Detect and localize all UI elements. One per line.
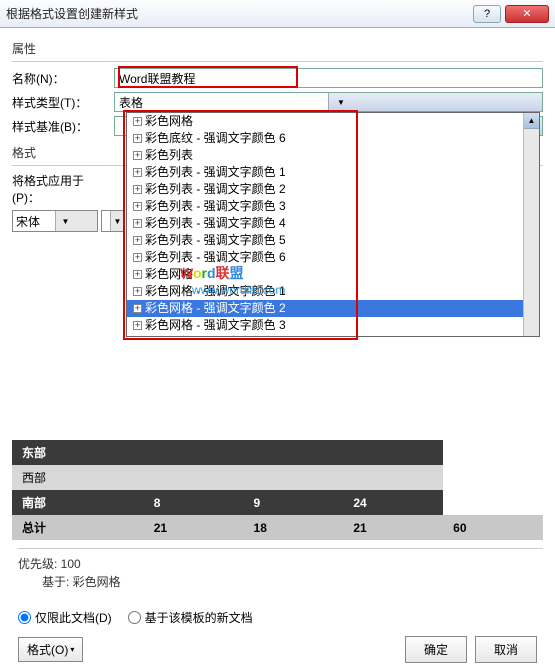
dialog-content: 属性 名称(N)： 样式类型(T)： 表格 ▼ 样式基准(B)： ▼ 格式 将格… (0, 28, 555, 671)
expand-icon: + (133, 134, 142, 143)
help-button[interactable]: ? (473, 5, 501, 23)
label-style-type: 样式类型(T)： (12, 94, 114, 111)
dropdown-item-label: 彩色列表 - 强调文字颜色 6 (145, 250, 286, 264)
table-cell: 西部 (12, 465, 144, 490)
label-apply-to: 将格式应用于(P)： (12, 172, 114, 206)
dropdown-item-label: 彩色网格 - 强调文字颜色 2 (145, 301, 286, 315)
expand-icon: + (133, 219, 142, 228)
expand-icon: + (133, 253, 142, 262)
expand-icon: + (133, 287, 142, 296)
dropdown-item-label: 彩色列表 - 强调文字颜色 2 (145, 182, 286, 196)
dropdown-item-label: 彩色列表 - 强调文字颜色 3 (145, 199, 286, 213)
expand-icon: + (133, 321, 142, 330)
format-button[interactable]: 格式(O) ▾ (18, 637, 83, 662)
table-cell (144, 465, 244, 490)
table-cell: 东部 (12, 440, 144, 465)
scrollbar[interactable]: ▲ (523, 113, 539, 336)
dropdown-item[interactable]: +彩色列表 (127, 147, 539, 164)
dropdown-item-label: 彩色网格 - 强调文字颜色 3 (145, 318, 286, 332)
dropdown-item-label: 彩色列表 - 强调文字颜色 1 (145, 165, 286, 179)
scope-radios: 仅限此文档(D) 基于该模板的新文档 (12, 609, 543, 626)
table-cell: 8 (144, 490, 244, 515)
dropdown-item[interactable]: +彩色网格 - 强调文字颜色 3 (127, 317, 539, 334)
dropdown-item[interactable]: +彩色网格 (127, 266, 539, 283)
table-cell: 总计 (12, 515, 144, 540)
dropdown-item[interactable]: +彩色网格 (127, 113, 539, 130)
dropdown-item[interactable]: +彩色网格 - 强调文字颜色 1 (127, 283, 539, 300)
label-name: 名称(N)： (12, 70, 114, 87)
dropdown-item[interactable]: +彩色列表 - 强调文字颜色 2 (127, 181, 539, 198)
table-cell (244, 465, 344, 490)
font-combo[interactable]: 宋体 ▼ (12, 210, 98, 232)
table-cell (244, 440, 344, 465)
button-row: 格式(O) ▾ 确定 取消 (12, 636, 543, 663)
section-properties: 属性 (12, 36, 543, 62)
ok-button[interactable]: 确定 (405, 636, 467, 663)
dropdown-item-label: 彩色列表 - 强调文字颜色 5 (145, 233, 286, 247)
chevron-down-icon: ▼ (328, 93, 542, 111)
dropdown-item-label: 彩色网格 - 强调文字颜色 4 (145, 335, 286, 337)
expand-icon: + (133, 304, 142, 313)
dropdown-item[interactable]: +彩色列表 - 强调文字颜色 6 (127, 249, 539, 266)
table-cell: 21 (343, 515, 443, 540)
expand-icon: + (133, 185, 142, 194)
radio-template[interactable]: 基于该模板的新文档 (128, 609, 253, 626)
table-row: 东部 (12, 440, 543, 465)
style-info: 优先级: 100 基于: 彩色网格 (12, 548, 543, 591)
table-cell: 南部 (12, 490, 144, 515)
radio-only-doc-input[interactable] (18, 611, 31, 624)
expand-icon: + (133, 236, 142, 245)
radio-template-input[interactable] (128, 611, 141, 624)
table-cell (343, 465, 443, 490)
expand-icon: + (133, 117, 142, 126)
table-cell: 18 (244, 515, 344, 540)
dropdown-item[interactable]: +彩色底纹 - 强调文字颜色 6 (127, 130, 539, 147)
preview-table: 东部西部南部8924总计21182160 (12, 440, 543, 540)
dropdown-item[interactable]: +彩色列表 - 强调文字颜色 1 (127, 164, 539, 181)
table-cell: 21 (144, 515, 244, 540)
expand-icon: + (133, 270, 142, 279)
cancel-button[interactable]: 取消 (475, 636, 537, 663)
priority-text: 优先级: 100 (18, 555, 543, 573)
dropdown-item[interactable]: +彩色网格 - 强调文字颜色 2 (127, 300, 539, 317)
dropdown-item-label: 彩色列表 - 强调文字颜色 4 (145, 216, 286, 230)
table-cell: 24 (343, 490, 443, 515)
name-input[interactable] (114, 68, 543, 88)
titlebar: 根据格式设置创建新样式 ? ✕ (0, 0, 555, 28)
dropdown-item[interactable]: +彩色网格 - 强调文字颜色 4 (127, 334, 539, 337)
chevron-down-icon: ▼ (110, 211, 124, 231)
dropdown-item-label: 彩色网格 (145, 114, 193, 128)
chevron-down-icon: ▼ (55, 211, 98, 231)
dropdown-item-label: 彩色列表 (145, 148, 193, 162)
dropdown-item-label: 彩色网格 - 强调文字颜色 1 (145, 284, 286, 298)
table-row: 西部 (12, 465, 543, 490)
scroll-up-icon[interactable]: ▲ (524, 113, 539, 129)
table-cell: 9 (244, 490, 344, 515)
font-value: 宋体 (13, 213, 55, 230)
label-style-base: 样式基准(B)： (12, 118, 114, 135)
chevron-down-icon: ▾ (70, 645, 74, 654)
radio-only-doc[interactable]: 仅限此文档(D) (18, 609, 112, 626)
dropdown-item[interactable]: +彩色列表 - 强调文字颜色 4 (127, 215, 539, 232)
expand-icon: + (133, 168, 142, 177)
dropdown-item-label: 彩色底纹 - 强调文字颜色 6 (145, 131, 286, 145)
dropdown-item-label: 彩色网格 (145, 267, 193, 281)
dropdown-item[interactable]: +彩色列表 - 强调文字颜色 5 (127, 232, 539, 249)
style-type-combo[interactable]: 表格 ▼ (114, 92, 543, 112)
table-cell: 60 (443, 515, 543, 540)
style-type-value: 表格 (115, 94, 328, 111)
close-button[interactable]: ✕ (505, 5, 549, 23)
table-cell (343, 440, 443, 465)
based-on-text: 基于: 彩色网格 (18, 573, 543, 591)
window-title: 根据格式设置创建新样式 (6, 5, 469, 22)
table-cell (144, 440, 244, 465)
table-row: 总计21182160 (12, 515, 543, 540)
table-row: 南部8924 (12, 490, 543, 515)
dropdown-item[interactable]: +彩色列表 - 强调文字颜色 3 (127, 198, 539, 215)
font-extra-combo[interactable]: ▼ (101, 210, 125, 232)
style-base-dropdown-list[interactable]: ▲ +彩色网格+彩色底纹 - 强调文字颜色 6+彩色列表+彩色列表 - 强调文字… (126, 112, 540, 337)
expand-icon: + (133, 202, 142, 211)
expand-icon: + (133, 151, 142, 160)
